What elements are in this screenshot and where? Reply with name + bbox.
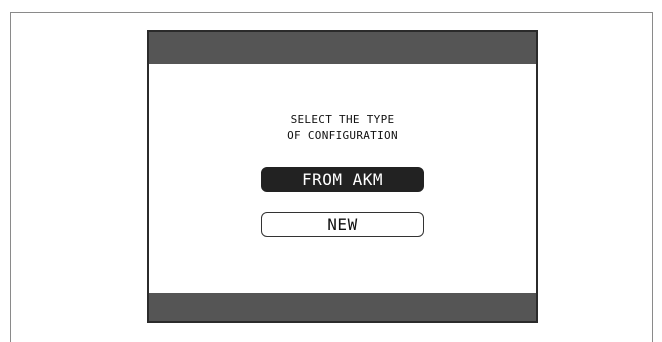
device-screen: SELECT THE TYPE OF CONFIGURATION FROM AK… <box>147 30 538 323</box>
option-new-button[interactable]: NEW <box>261 212 424 237</box>
option-from-akm-button[interactable]: FROM AKM <box>261 167 424 192</box>
config-type-prompt: SELECT THE TYPE OF CONFIGURATION <box>149 112 536 144</box>
page: SELECT THE TYPE OF CONFIGURATION FROM AK… <box>0 0 662 342</box>
screen-bottom-bar <box>149 293 536 321</box>
prompt-line-1: SELECT THE TYPE <box>290 113 395 126</box>
outer-frame-left-line <box>10 12 11 342</box>
screen-top-bar <box>149 32 536 64</box>
outer-frame-right-line <box>652 12 653 342</box>
prompt-line-2: OF CONFIGURATION <box>287 129 398 142</box>
outer-frame-top-line <box>10 12 653 13</box>
